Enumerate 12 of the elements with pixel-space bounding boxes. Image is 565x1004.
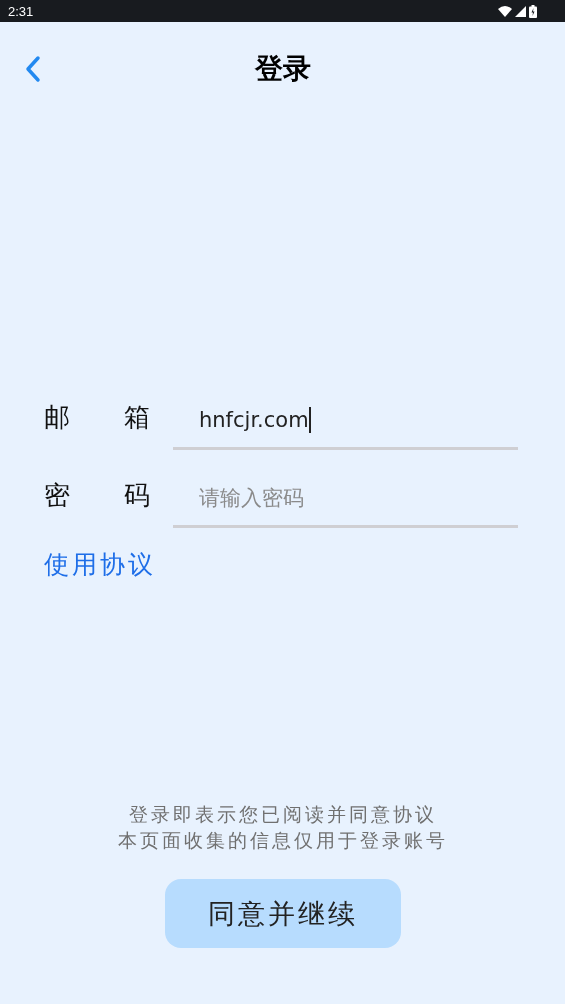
notice-text: 登录即表示您已阅读并同意协议 [128, 803, 437, 825]
battery-icon [529, 4, 537, 18]
agreement-link[interactable]: 使用协议 [44, 548, 156, 581]
wifi-icon [498, 5, 512, 17]
field-label: 邮 箱 [44, 404, 150, 434]
field-label: 密 码 [44, 482, 150, 512]
input-field[interactable]: hnfcjr.com [173, 405, 518, 450]
clock: 2:31 [8, 3, 34, 19]
page-title: 登录 [254, 51, 311, 87]
signal-icon [515, 5, 526, 17]
notice-text: 本页面收集的信息仅用于登录账号 [117, 829, 448, 851]
continue-button[interactable]: 同意并继续 [164, 879, 401, 948]
